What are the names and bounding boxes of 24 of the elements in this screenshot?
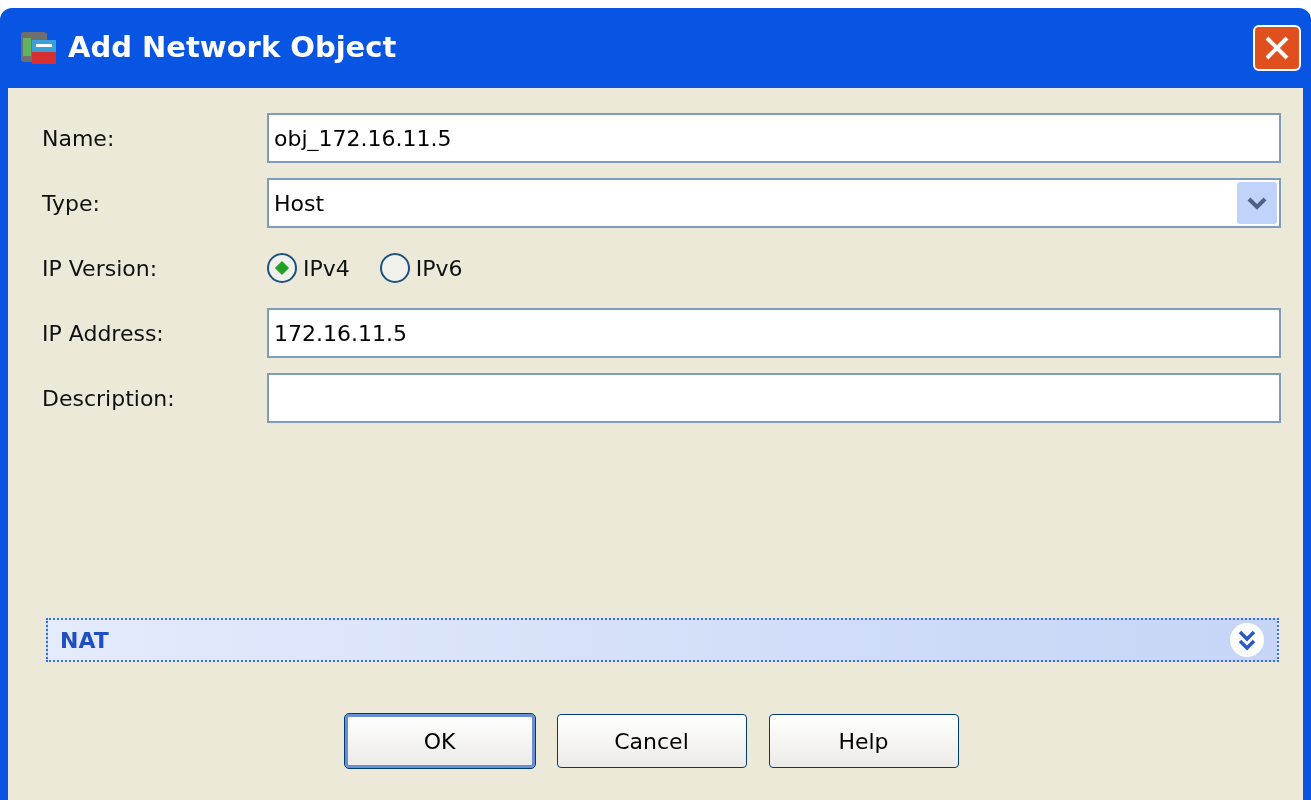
radio-button[interactable] xyxy=(379,253,410,283)
field-label: IP Address: xyxy=(42,319,165,348)
field-label: Type: xyxy=(42,189,101,218)
field-label: Description: xyxy=(42,384,176,413)
text-field[interactable]: 172.16.11.5 xyxy=(267,308,1281,358)
nat-section-header[interactable]: NAT xyxy=(46,618,1279,662)
dialog-button[interactable]: Help xyxy=(768,714,959,768)
radio-label: IPv4 xyxy=(303,254,350,283)
dialog-button[interactable]: Cancel xyxy=(556,714,747,768)
double-chevron-down-icon xyxy=(1229,622,1265,658)
field-label: Name: xyxy=(42,124,116,153)
close-icon xyxy=(1264,35,1290,61)
field-label: IP Version: xyxy=(42,254,159,283)
radio-label: IPv6 xyxy=(415,254,463,283)
text-field[interactable] xyxy=(267,373,1281,423)
type-dropdown[interactable]: Host xyxy=(267,178,1281,228)
radio-button[interactable] xyxy=(267,253,297,283)
section-title: NAT xyxy=(60,626,110,655)
window-title: Add Network Object xyxy=(68,29,398,67)
network-object-icon xyxy=(20,30,58,66)
close-button[interactable] xyxy=(1253,25,1301,71)
chevron-down-icon xyxy=(1237,182,1277,224)
dialog-button[interactable]: OK xyxy=(344,714,535,768)
text-field[interactable]: obj_172.16.11.5 xyxy=(267,113,1281,163)
